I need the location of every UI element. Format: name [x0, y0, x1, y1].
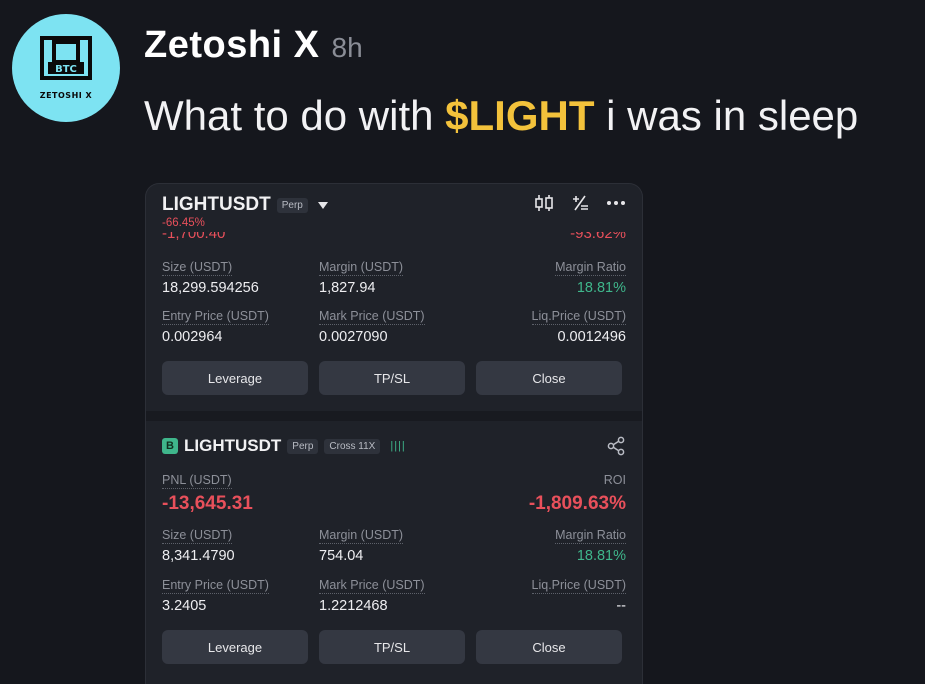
close-button[interactable]: Close — [476, 630, 622, 664]
margin-ratio-value: 18.81% — [576, 548, 626, 564]
svg-text:BTC: BTC — [55, 64, 77, 75]
entry-price-value: 3.2405 — [162, 598, 207, 614]
liq-price-label: Liq.Price (USDT) — [531, 578, 626, 594]
cross-tag[interactable]: Cross 11X — [324, 438, 381, 454]
entry-price-value: 0.002964 — [162, 329, 223, 345]
pnl-value-cropped: -1,700.40 — [162, 232, 226, 242]
header-icons — [534, 194, 626, 212]
size-value: 8,341.4790 — [162, 548, 235, 564]
entry-price-label: Entry Price (USDT) — [162, 309, 269, 325]
margin-ratio-label: Margin Ratio — [555, 528, 626, 544]
margin-ratio-value: 18.81% — [576, 280, 626, 296]
post-text-after: i was in sleep — [594, 92, 859, 139]
post-text-before: What to do with — [144, 92, 446, 139]
tpsl-button[interactable]: TP/SL — [319, 361, 465, 395]
divider — [146, 411, 642, 421]
calculator-icon[interactable] — [570, 194, 590, 212]
margin-value: 1,827.94 — [319, 280, 376, 296]
position-symbol: LIGHTUSDT — [184, 436, 282, 455]
mark-price-label: Mark Price (USDT) — [319, 309, 425, 325]
chart-icon[interactable] — [534, 194, 554, 212]
post-time[interactable]: 8h — [332, 32, 363, 64]
leverage-button[interactable]: Leverage — [162, 630, 308, 664]
size-label: Size (USDT) — [162, 260, 233, 276]
post-text: What to do with $LIGHT i was in sleep — [144, 92, 858, 140]
position-header: B LIGHTUSDT Perp Cross 11X |||| — [162, 436, 406, 456]
perp-tag: Perp — [287, 438, 319, 454]
author-name[interactable]: Zetoshi X — [144, 24, 320, 67]
post-header: Zetoshi X 8h — [144, 24, 363, 67]
chevron-down-icon[interactable] — [317, 201, 328, 209]
share-icon[interactable] — [606, 436, 626, 456]
margin-label: Margin (USDT) — [319, 528, 404, 544]
signal-bars-icon: |||| — [390, 440, 406, 452]
roi-label: ROI — [603, 473, 626, 487]
ticker-link[interactable]: $LIGHT — [445, 92, 594, 139]
tpsl-button[interactable]: TP/SL — [319, 630, 465, 664]
avatar-logo: BTC ZETOSHI X — [33, 36, 99, 100]
mark-price-value: 1.2212468 — [319, 598, 388, 614]
close-button[interactable]: Close — [476, 361, 622, 395]
btc-logo-icon: BTC — [40, 36, 92, 80]
size-label: Size (USDT) — [162, 528, 233, 544]
mark-price-label: Mark Price (USDT) — [319, 578, 425, 594]
pnl-label: PNL (USDT) — [162, 473, 232, 489]
attached-screenshot[interactable]: LIGHTUSDT Perp -66.45% -1,700.40 -93.62%… — [145, 183, 643, 684]
size-value: 18,299.594256 — [162, 280, 259, 296]
leverage-button[interactable]: Leverage — [162, 361, 308, 395]
liq-price-label: Liq.Price (USDT) — [531, 309, 626, 325]
roi-value: -1,809.63% — [528, 493, 626, 514]
avatar[interactable]: BTC ZETOSHI X — [12, 14, 120, 122]
perp-tag: Perp — [276, 197, 308, 213]
symbol-header[interactable]: LIGHTUSDT Perp — [162, 194, 328, 216]
price-change: -66.45% — [162, 217, 205, 229]
avatar-name: ZETOSHI X — [39, 91, 93, 100]
symbol-name: LIGHTUSDT — [162, 194, 271, 215]
mark-price-value: 0.0027090 — [319, 329, 388, 345]
entry-price-label: Entry Price (USDT) — [162, 578, 269, 594]
margin-ratio-label: Margin Ratio — [555, 260, 626, 276]
more-icon[interactable] — [606, 194, 626, 212]
margin-value: 754.04 — [319, 548, 364, 564]
roi-value-cropped: -93.62% — [570, 232, 626, 242]
liq-price-value: -- — [616, 598, 626, 614]
pnl-value: -13,645.31 — [162, 493, 253, 514]
margin-label: Margin (USDT) — [319, 260, 404, 276]
liq-price-value: 0.0012496 — [557, 329, 626, 345]
buy-badge: B — [162, 438, 178, 454]
